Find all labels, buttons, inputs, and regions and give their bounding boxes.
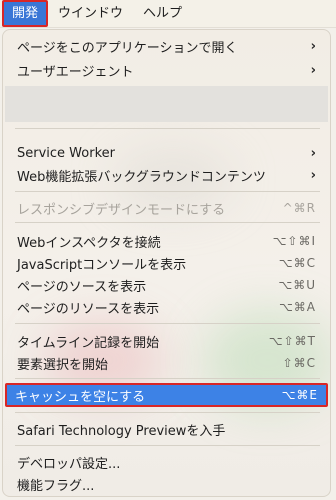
menu-item-label: ページをこのアプリケーションで開く [17, 40, 238, 56]
menu-item-label: タイムライン記録を開始 [17, 335, 160, 351]
menu-item-get-safari-technology-preview[interactable]: Safari Technology Previewを入手 [9, 418, 324, 440]
menu-item-label: JavaScriptコンソールを表示 [17, 257, 187, 273]
menu-item-developer-settings[interactable]: デベロッパ設定... [9, 451, 324, 473]
menu-item-label: キャッシュを空にする [15, 389, 146, 405]
menu-item-shortcut: ⌥⇧⌘T [268, 334, 316, 348]
menu-item-connect-web-inspector[interactable]: Webインスペクタを接続 ⌥⇧⌘I [9, 230, 324, 252]
menu-item-label: Safari Technology Previewを入手 [17, 423, 226, 439]
menu-item-label: レスポンシブデザインモードにする [17, 202, 226, 218]
menu-item-show-js-console[interactable]: JavaScriptコンソールを表示 ⌥⌘C [9, 252, 324, 274]
menu-item-service-worker[interactable]: Service Worker › [9, 142, 324, 164]
menu-develop[interactable]: 開発 [2, 0, 49, 27]
menu-item-feature-flags[interactable]: 機能フラグ... [9, 473, 324, 495]
chevron-right-icon: › [310, 145, 316, 161]
menu-help[interactable]: ヘルプ [133, 0, 192, 27]
menu-separator [15, 222, 320, 223]
menu-item-label: 機能フラグ... [17, 478, 95, 494]
menu-item-label: ページのリソースを表示 [17, 301, 160, 317]
chevron-right-icon: › [310, 38, 316, 54]
develop-dropdown-menu: ページをこのアプリケーションで開く › ユーザエージェント › Service … [2, 29, 331, 497]
chevron-right-icon: › [310, 167, 316, 183]
menu-item-show-page-source[interactable]: ページのソースを表示 ⌥⌘U [9, 274, 324, 296]
menu-item-label: ユーザエージェント [17, 64, 134, 80]
menu-item-shortcut: ^⌘R [282, 201, 316, 215]
menu-item-label: Web機能拡張バックグラウンドコンテンツ [17, 169, 266, 185]
menu-empty-section [5, 86, 328, 122]
menu-separator [15, 128, 320, 129]
menu-item-show-page-resources[interactable]: ページのリソースを表示 ⌥⌘A [9, 296, 324, 318]
menu-separator [15, 323, 320, 324]
menu-item-user-agent[interactable]: ユーザエージェント › [9, 59, 324, 81]
chevron-right-icon: › [310, 62, 316, 78]
menu-item-shortcut: ⇧⌘C [282, 356, 316, 370]
menu-item-shortcut: ⌥⌘U [278, 278, 316, 292]
menu-item-label: ページのソースを表示 [17, 279, 147, 295]
menu-bar: 開発 ウインドウ ヘルプ [0, 0, 336, 28]
menu-item-label: 要素選択を開始 [17, 357, 109, 373]
menu-item-responsive-design-mode: レスポンシブデザインモードにする ^⌘R [9, 197, 324, 219]
menu-item-empty-caches[interactable]: キャッシュを空にする ⌥⌘E [5, 383, 328, 407]
menu-item-shortcut: ⌥⌘C [278, 256, 316, 270]
menu-item-shortcut: ⌥⌘A [278, 300, 316, 314]
menu-separator [15, 191, 320, 192]
menu-item-shortcut: ⌥⇧⌘I [272, 234, 316, 248]
menu-item-start-timeline-recording[interactable]: タイムライン記録を開始 ⌥⇧⌘T [9, 330, 324, 352]
menu-separator [15, 378, 320, 379]
menu-item-start-element-selection[interactable]: 要素選択を開始 ⇧⌘C [9, 352, 324, 374]
menu-separator [15, 445, 320, 446]
menu-window[interactable]: ウインドウ [48, 0, 133, 27]
menu-item-label: Service Worker [17, 145, 115, 161]
menu-item-label: Webインスペクタを接続 [17, 235, 161, 251]
menu-item-label: デベロッパ設定... [17, 456, 121, 472]
menu-separator [15, 412, 320, 413]
menu-item-open-page-with[interactable]: ページをこのアプリケーションで開く › [9, 35, 324, 57]
menu-item-web-extension-background[interactable]: Web機能拡張バックグラウンドコンテンツ › [9, 164, 324, 186]
menu-item-shortcut: ⌥⌘E [281, 388, 318, 402]
